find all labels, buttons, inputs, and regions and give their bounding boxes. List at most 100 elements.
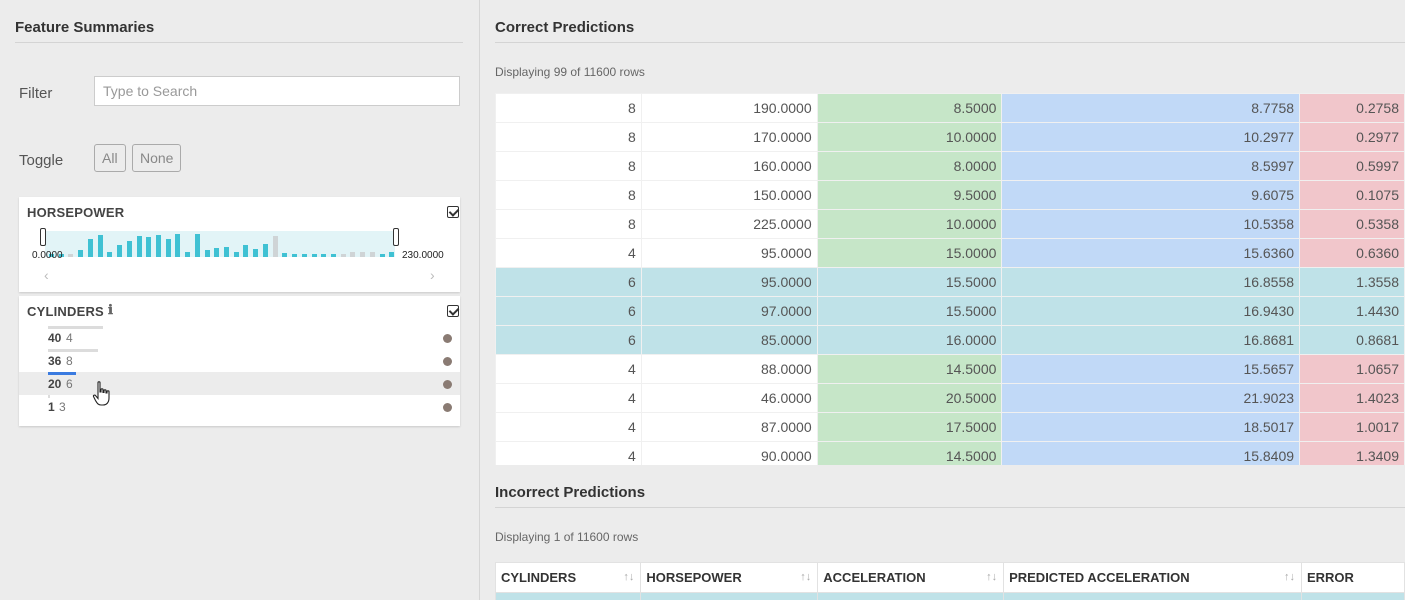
table-cell: 8.5000: [816, 93, 1003, 123]
table-cell: 8.5997: [1001, 151, 1301, 181]
table-cell: 1.0657: [1299, 354, 1405, 384]
cylinders-value: 6: [66, 377, 73, 391]
incorrect-row-count: Displaying 1 of 11600 rows: [495, 530, 639, 544]
chevron-right-icon[interactable]: ›: [430, 267, 435, 283]
table-cell: 8: [495, 209, 642, 239]
color-dot-icon[interactable]: [443, 334, 452, 343]
histogram-bar: [360, 252, 366, 257]
range-max-handle[interactable]: [393, 228, 399, 246]
cylinders-row[interactable]: 40 4: [19, 326, 460, 349]
histogram-bar: [243, 245, 249, 257]
filter-label: Filter: [19, 85, 53, 102]
histogram-bar: [204, 250, 210, 257]
histogram-bar: [68, 254, 74, 257]
table-cell: 4: [495, 383, 642, 413]
table-cell: 8.0000: [816, 151, 1003, 181]
column-header[interactable]: CYLINDERS ↑↓: [495, 562, 642, 593]
incorrect-first-row[interactable]: [495, 592, 1405, 600]
table-cell: 85.0000: [640, 325, 818, 355]
table-cell: 15.5000: [816, 267, 1003, 297]
table-cell: 97.0000: [640, 296, 818, 326]
sort-icon[interactable]: ↑↓: [623, 571, 634, 583]
chevron-left-icon[interactable]: ‹: [44, 267, 49, 283]
table-cell: 0.6360: [1299, 238, 1405, 268]
table-cell: 1.4430: [1299, 296, 1405, 326]
table-cell: 14.5000: [816, 441, 1003, 465]
horsepower-histogram: [45, 231, 395, 257]
color-dot-icon[interactable]: [443, 357, 452, 366]
column-header-label: ERROR: [1306, 570, 1354, 585]
table-row[interactable]: 4 95.0000 15.0000 15.6360 0.6360: [495, 238, 1405, 268]
table-cell: 6: [495, 296, 642, 326]
histogram-bar: [340, 254, 346, 257]
histogram-bar: [194, 234, 200, 257]
horsepower-checkbox[interactable]: [447, 206, 459, 218]
cylinders-count: 20: [48, 377, 62, 391]
table-cell: 4: [495, 441, 642, 465]
toggle-all-button[interactable]: All: [94, 144, 126, 172]
toggle-none-button[interactable]: None: [132, 144, 182, 172]
table-cell: 0.5358: [1299, 209, 1405, 239]
histogram-bar: [107, 252, 113, 257]
cylinders-row[interactable]: 36 8: [19, 349, 460, 372]
table-cell: 8: [495, 93, 642, 123]
range-min-handle[interactable]: [40, 228, 46, 246]
table-cell: 0.8681: [1299, 325, 1405, 355]
table-cell: 15.5657: [1001, 354, 1301, 384]
column-header[interactable]: HORSEPOWER ↑↓: [640, 562, 819, 593]
cylinders-row[interactable]: 20 6: [19, 372, 460, 395]
table-cell: 15.6360: [1001, 238, 1301, 268]
sort-icon[interactable]: ↑↓: [1284, 571, 1295, 583]
column-header-label: ACCELERATION: [823, 570, 926, 585]
cylinders-checkbox[interactable]: [447, 305, 459, 317]
cylinders-count: 36: [48, 354, 62, 368]
info-icon[interactable]: ℹ: [108, 303, 113, 318]
cylinders-row[interactable]: 13: [19, 395, 460, 418]
color-dot-icon[interactable]: [443, 403, 452, 412]
histogram-bar: [253, 249, 259, 257]
search-input[interactable]: [94, 76, 460, 106]
range-min-label: 0.0000: [32, 250, 63, 261]
table-cell: 16.8558: [1001, 267, 1301, 297]
table-cell: 10.5358: [1001, 209, 1301, 239]
table-cell: 0.1075: [1299, 180, 1405, 210]
table-row[interactable]: 4 88.0000 14.5000 15.5657 1.0657: [495, 354, 1405, 384]
table-row[interactable]: 8 150.0000 9.5000 9.6075 0.1075: [495, 180, 1405, 210]
table-cell: 9.6075: [1001, 180, 1301, 210]
correct-table[interactable]: 8 190.0000 8.5000 8.7758 0.2758 8 170.0000 10.0…: [495, 93, 1405, 465]
table-row[interactable]: 8 170.0000 10.0000 10.2977 0.2977: [495, 122, 1405, 152]
incorrect-header-row: CYLINDERS ↑↓ HORSEPOWER ↑↓ ACCELERATION ↑↓ PRE…: [495, 562, 1405, 593]
column-header[interactable]: PREDICTED ACCELERATION ↑↓: [1003, 562, 1302, 593]
color-dot-icon[interactable]: [443, 380, 452, 389]
table-cell: 16.8681: [1001, 325, 1301, 355]
toggle-label: Toggle: [19, 152, 64, 169]
sort-icon[interactable]: ↑↓: [986, 571, 997, 583]
cylinders-count-bar: [48, 395, 50, 398]
cylinders-count: 1: [48, 400, 55, 414]
table-row[interactable]: 8 225.0000 10.0000 10.5358 0.5358: [495, 209, 1405, 239]
cylinders-value: 8: [66, 354, 73, 368]
table-row[interactable]: 4 87.0000 17.5000 18.5017 1.0017: [495, 412, 1405, 442]
table-row[interactable]: 8 190.0000 8.5000 8.7758 0.2758: [495, 93, 1405, 123]
correct-row-count: Displaying 99 of 11600 rows: [495, 65, 645, 79]
histogram-bar: [146, 237, 152, 257]
table-cell: 6: [495, 325, 642, 355]
table-cell: 0.5997: [1299, 151, 1405, 181]
histogram-bar: [97, 235, 103, 257]
table-cell: 21.9023: [1001, 383, 1301, 413]
table-cell: 90.0000: [640, 441, 818, 465]
sort-icon[interactable]: ↑↓: [800, 571, 811, 583]
table-row[interactable]: 6 97.0000 15.5000 16.9430 1.4430: [495, 296, 1405, 326]
histogram-bar: [301, 254, 307, 257]
table-cell: 1.4023: [1299, 383, 1405, 413]
table-cell: 170.0000: [640, 122, 818, 152]
table-row[interactable]: 6 85.0000 16.0000 16.8681 0.8681: [495, 325, 1405, 355]
incorrect-table[interactable]: CYLINDERS ↑↓ HORSEPOWER ↑↓ ACCELERATION ↑↓ PRE…: [495, 562, 1405, 600]
predictions-panel: Correct Predictions Displaying 99 of 116…: [480, 0, 1405, 600]
column-header[interactable]: ACCELERATION ↑↓: [817, 562, 1005, 593]
column-header[interactable]: ERROR: [1300, 562, 1405, 593]
table-row[interactable]: 8 160.0000 8.0000 8.5997 0.5997: [495, 151, 1405, 181]
table-row[interactable]: 4 46.0000 20.5000 21.9023 1.4023: [495, 383, 1405, 413]
table-row[interactable]: 6 95.0000 15.5000 16.8558 1.3558: [495, 267, 1405, 297]
table-row[interactable]: 4 90.0000 14.5000 15.8409 1.3409: [495, 441, 1405, 465]
